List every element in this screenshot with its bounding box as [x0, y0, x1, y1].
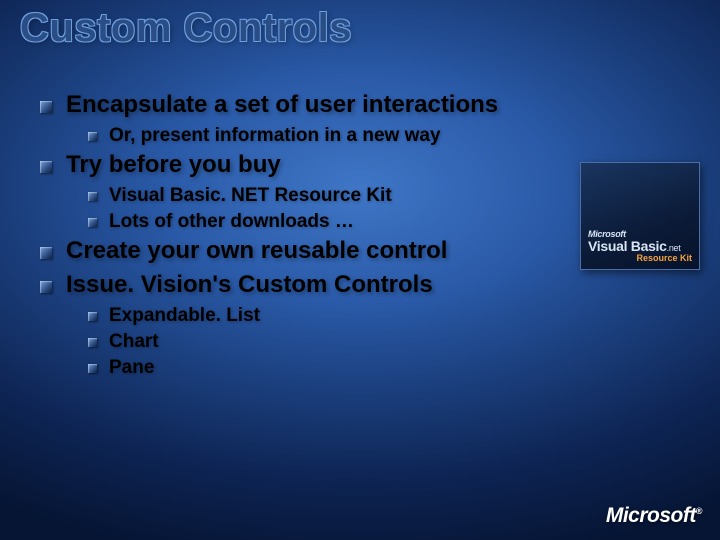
bullet-chart: Chart	[88, 331, 690, 353]
boxart-subtitle: Resource Kit	[588, 253, 692, 263]
logo-text: Microsoft	[606, 504, 696, 527]
bullet-text: Expandable. List	[109, 305, 260, 327]
microsoft-logo: Microsoft®	[606, 504, 702, 528]
square-bullet-icon	[40, 281, 52, 293]
square-bullet-icon	[88, 192, 97, 201]
bullet-text: Create your own reusable control	[66, 237, 447, 265]
slide: Custom Controls Encapsulate a set of use…	[0, 0, 720, 540]
slide-title: Custom Controls	[20, 6, 352, 51]
bullet-text: Issue. Vision's Custom Controls	[66, 271, 433, 299]
bullet-text: Or, present information in a new way	[109, 125, 441, 147]
bullet-text: Pane	[109, 357, 154, 379]
square-bullet-icon	[88, 132, 97, 141]
square-bullet-icon	[40, 247, 52, 259]
bullet-encapsulate: Encapsulate a set of user interactions	[40, 91, 690, 119]
boxart-product: Visual Basic.net	[588, 239, 692, 254]
bullet-pane: Pane	[88, 357, 690, 379]
square-bullet-icon	[88, 338, 97, 347]
square-bullet-icon	[88, 218, 97, 227]
bullet-text: Try before you buy	[66, 151, 281, 179]
resource-kit-boxart: Microsoft Visual Basic.net Resource Kit	[580, 162, 700, 270]
registered-icon: ®	[696, 506, 702, 516]
bullet-expandable-list: Expandable. List	[88, 305, 690, 327]
square-bullet-icon	[88, 312, 97, 321]
bullet-text: Lots of other downloads …	[109, 211, 354, 233]
bullet-text: Chart	[109, 331, 159, 353]
square-bullet-icon	[40, 161, 52, 173]
bullet-issuevision: Issue. Vision's Custom Controls	[40, 271, 690, 299]
boxart-dotnet: .net	[667, 243, 681, 253]
bullet-text: Visual Basic. NET Resource Kit	[109, 185, 392, 207]
boxart-product-name: Visual Basic	[588, 238, 667, 254]
square-bullet-icon	[40, 101, 52, 113]
bullet-present-info: Or, present information in a new way	[88, 125, 690, 147]
square-bullet-icon	[88, 364, 97, 373]
bullet-text: Encapsulate a set of user interactions	[66, 91, 498, 119]
